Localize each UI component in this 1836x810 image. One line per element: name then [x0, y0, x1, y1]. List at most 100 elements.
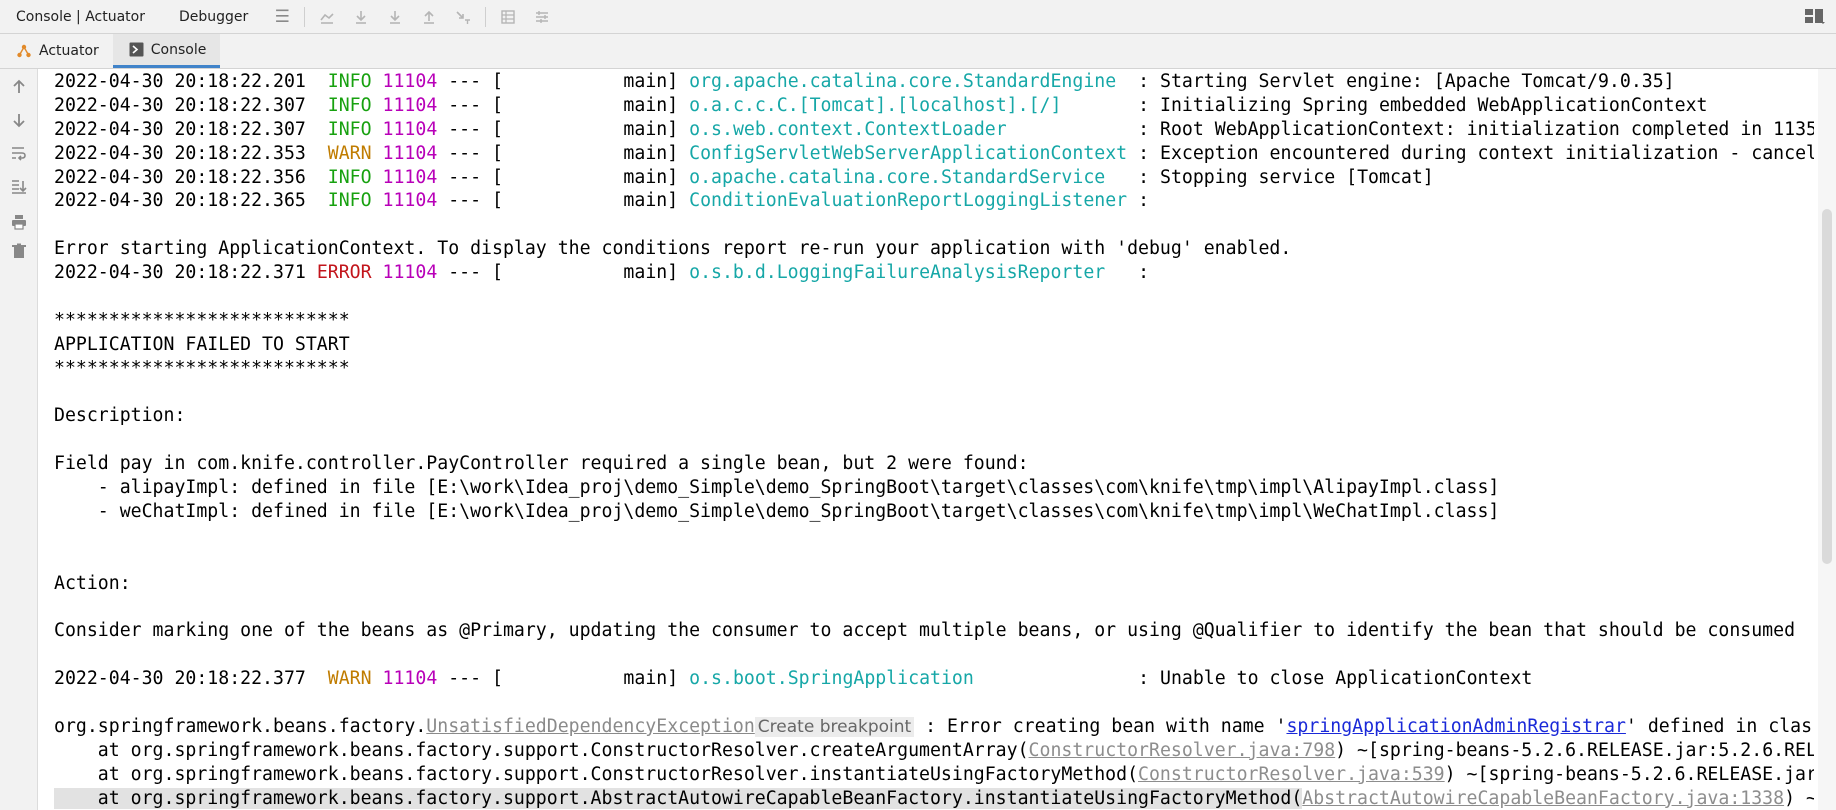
hamburger-menu-icon[interactable]: ☰ — [265, 0, 299, 34]
stack-frame-jar: ) ~[spring-beans-5.2.6.RELEASE.jar:5.2.6… — [1784, 787, 1814, 809]
log-pid: 11104 — [382, 71, 438, 92]
log-pad — [306, 119, 317, 140]
subtab-console-label: Console — [150, 41, 207, 58]
trace-settings-icon[interactable] — [525, 0, 559, 34]
log-thread: [ main] — [492, 142, 679, 164]
log-level: INFO — [327, 190, 372, 212]
log-message: : Starting Servlet engine: [Apache Tomca… — [1138, 71, 1675, 92]
print-icon[interactable] — [9, 214, 29, 234]
log-line: 2022-04-30 20:18:22.365 INFO 11104 --- [… — [54, 190, 1150, 212]
log-logger: o.s.b.d.LoggingFailureAnalysisReporter — [689, 262, 1128, 284]
scrollbar-thumb[interactable] — [1822, 209, 1832, 564]
vertical-scrollbar[interactable] — [1818, 69, 1836, 810]
step-out-icon[interactable] — [412, 0, 446, 34]
evaluate-expression-icon[interactable] — [491, 0, 525, 34]
down-arrow-icon[interactable] — [9, 112, 29, 132]
log-logger: o.s.web.context.ContextLoader — [689, 118, 1128, 140]
log-message: : — [1138, 262, 1150, 284]
exception-message-rest: ' defined in class path resource — [1625, 716, 1814, 738]
log-logger: o.s.boot.SpringApplication — [689, 668, 1128, 690]
log-level: ERROR — [316, 262, 372, 284]
log-logger: o.apache.catalina.core.StandardService — [689, 166, 1128, 188]
scroll-to-end-icon[interactable] — [9, 179, 29, 199]
up-arrow-icon[interactable] — [9, 79, 29, 99]
tab-console-actuator[interactable]: Console | Actuator — [0, 0, 162, 34]
console-line: - alipayImpl: defined in file [E:\work\I… — [54, 477, 1500, 499]
console-line: *************************** — [54, 309, 350, 331]
toolbar-separator — [485, 6, 487, 27]
log-timestamp: 2022-04-30 20:18:22.307 — [54, 94, 306, 116]
log-message: : — [1138, 190, 1150, 212]
log-logger: o.a.c.c.C.[Tomcat].[localhost].[/] — [689, 94, 1128, 116]
stack-frame-text: at org.springframework.beans.factory.sup… — [54, 763, 1139, 785]
source-link[interactable]: ConstructorResolver.java:798 — [1029, 740, 1336, 761]
stack-frame: at org.springframework.beans.factory.sup… — [54, 739, 1814, 763]
soft-wrap-icon[interactable] — [9, 145, 29, 165]
log-message: : Initializing Spring embedded WebApplic… — [1138, 94, 1708, 116]
stack-frame-jar: ) ~[spring-beans-5.2.6.RELEASE.jar:5.2.6… — [1444, 763, 1814, 785]
actuator-icon — [16, 43, 32, 59]
create-breakpoint-button[interactable]: Create breakpoint — [754, 717, 915, 738]
log-pad — [306, 668, 317, 689]
log-line: 2022-04-30 20:18:22.307 INFO 11104 --- [… — [54, 94, 1708, 116]
trash-icon[interactable] — [9, 243, 29, 263]
log-pid: 11104 — [382, 94, 438, 116]
exception-message: : Error creating bean with name ' — [914, 716, 1287, 738]
log-pid: 11104 — [382, 262, 438, 284]
log-message: : Unable to close ApplicationContext — [1138, 668, 1533, 690]
console-icon — [129, 42, 144, 57]
log-timestamp: 2022-04-30 20:18:22.353 — [54, 142, 306, 164]
console-output[interactable]: 2022-04-30 20:18:22.201 INFO 11104 --- [… — [54, 69, 1814, 810]
source-link[interactable]: ConstructorResolver.java:539 — [1138, 764, 1445, 785]
log-thread: [ main] — [492, 94, 679, 116]
log-line: 2022-04-30 20:18:22.371 ERROR 11104 --- … — [54, 262, 1150, 284]
step-over-icon[interactable] — [344, 0, 378, 34]
log-thread: [ main] — [492, 190, 679, 212]
log-line: 2022-04-30 20:18:22.307 INFO 11104 --- [… — [54, 118, 1814, 142]
layout-settings-icon[interactable] — [1804, 7, 1826, 27]
log-pid: 11104 — [382, 118, 438, 140]
log-timestamp: 2022-04-30 20:18:22.377 — [54, 668, 306, 690]
error-log-line-container: 2022-04-30 20:18:22.371 ERROR 11104 --- … — [54, 261, 1814, 285]
run-to-cursor-icon[interactable] — [446, 0, 480, 34]
log-message: : Stopping service [Tomcat] — [1138, 166, 1434, 188]
log-line: 2022-04-30 20:18:22.356 INFO 11104 --- [… — [54, 166, 1434, 188]
tab-debugger[interactable]: Debugger — [162, 0, 265, 34]
console-line: Action: — [54, 572, 131, 594]
log-thread: [ main] — [492, 166, 679, 188]
console-side-toolbar — [0, 69, 38, 810]
log-timestamp: 2022-04-30 20:18:22.371 — [54, 262, 306, 284]
console-line: Consider marking one of the beans as @Pr… — [54, 620, 1796, 642]
log-timestamp: 2022-04-30 20:18:22.307 — [54, 118, 306, 140]
log-line: 2022-04-30 20:18:22.201 INFO 11104 --- [… — [54, 71, 1675, 92]
log-timestamp: 2022-04-30 20:18:22.201 — [54, 71, 306, 92]
log-pad — [306, 167, 317, 188]
console-line: APPLICATION FAILED TO START — [54, 333, 350, 355]
console-line: Description: — [54, 405, 186, 427]
stack-frame-jar: ) ~[spring-beans-5.2.6.RELEASE.jar:5.2.6… — [1335, 739, 1814, 761]
source-link[interactable]: AbstractAutowireCapableBeanFactory.java:… — [1302, 788, 1784, 809]
log-thread: [ main] — [492, 668, 679, 690]
console-line: *************************** — [54, 357, 350, 379]
log-logger: ConditionEvaluationReportLoggingListener — [689, 190, 1128, 212]
bean-link[interactable]: springApplicationAdminRegistrar — [1286, 716, 1625, 737]
tool-window-header: Console | Actuator Debugger ☰ — [0, 0, 1836, 34]
subtab-console[interactable]: Console — [112, 34, 221, 68]
exception-class-link[interactable]: UnsatisfiedDependencyException — [426, 716, 755, 737]
log-timestamp: 2022-04-30 20:18:22.356 — [54, 166, 306, 188]
console-line: Field pay in com.knife.controller.PayCon… — [54, 453, 1029, 475]
log-pid: 11104 — [382, 166, 438, 188]
step-into-icon[interactable] — [378, 0, 412, 34]
log-lines: 2022-04-30 20:18:22.201 INFO 11104 --- [… — [54, 70, 1814, 213]
log-pad — [306, 190, 317, 211]
stack-frame-text: at org.springframework.beans.factory.sup… — [54, 739, 1029, 761]
show-execution-point-icon[interactable] — [310, 0, 344, 34]
log-level: WARN — [327, 142, 372, 164]
subtab-actuator[interactable]: Actuator — [0, 34, 113, 68]
